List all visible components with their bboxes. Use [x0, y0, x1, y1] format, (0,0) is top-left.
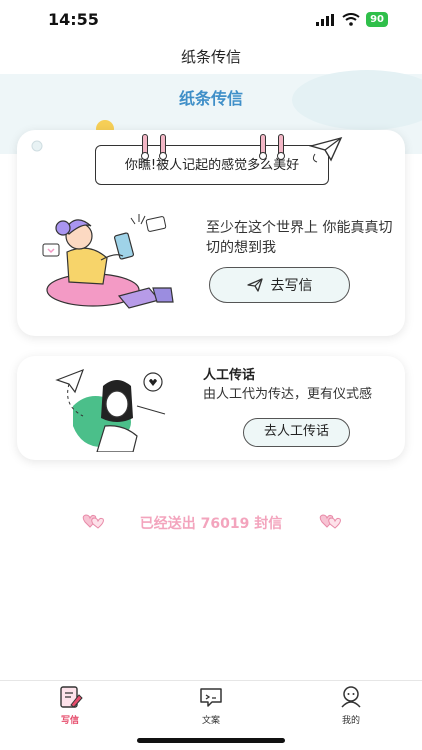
human-relay-title: 人工传话 [203, 368, 256, 383]
human-relay-card: 人工传话 由人工代为传达，更有仪式感 去人工传话 [17, 356, 405, 460]
human-relay-button[interactable]: 去人工传话 [243, 418, 350, 447]
pin-icon [159, 134, 167, 160]
letters-sent-counter: 已经送出 76019 封信 [0, 510, 422, 534]
pin-icon [259, 134, 267, 160]
status-icons: 90 [316, 12, 388, 27]
write-letter-button[interactable]: 去写信 [209, 267, 350, 303]
pin-icon [141, 134, 149, 160]
profile-icon [341, 686, 361, 708]
girl-reading-illustration [42, 214, 174, 309]
pin-icon [277, 134, 285, 160]
hearts-icon [319, 514, 341, 529]
status-bar: 14:55 90 [0, 0, 422, 40]
paper-plane-doodle-icon [309, 136, 343, 163]
send-icon [246, 278, 263, 292]
status-time: 14:55 [48, 10, 99, 29]
hero-title: 纸条传信 [178, 89, 243, 108]
write-letter-description: 至少在这个世界上 你能真真切切的想到我 [206, 220, 393, 256]
battery-icon: 90 [366, 12, 388, 27]
wifi-icon [342, 13, 360, 26]
write-letter-icon [60, 686, 83, 708]
pinned-note: 你瞧!被人记起的感觉多么美好 [95, 134, 329, 185]
nav-title: 纸条传信 [180, 48, 241, 66]
tab-label: 我的 [341, 716, 360, 726]
signal-icon [316, 13, 335, 26]
home-indicator [137, 738, 285, 743]
message-icon [200, 688, 222, 707]
write-letter-button-label: 去写信 [270, 278, 313, 294]
pinned-note-text: 你瞧!被人记起的感觉多么美好 [124, 158, 300, 173]
girl-with-paper-plane-illustration [55, 368, 166, 452]
tab-label: 文案 [201, 716, 220, 726]
write-letter-card: 你瞧!被人记起的感觉多么美好 至少在这个世界上 你能真真切切的想到我 去写信 [17, 130, 405, 336]
human-relay-description: 由人工代为传达，更有仪式感 [203, 387, 373, 402]
tab-write-letter[interactable]: 写信 [40, 685, 100, 726]
card-corner-dot [31, 140, 43, 152]
tab-copywriting[interactable]: 文案 [181, 685, 241, 726]
tab-label: 写信 [60, 716, 79, 726]
tab-profile[interactable]: 我的 [321, 685, 381, 726]
letters-sent-text: 已经送出 76019 封信 [139, 516, 283, 532]
